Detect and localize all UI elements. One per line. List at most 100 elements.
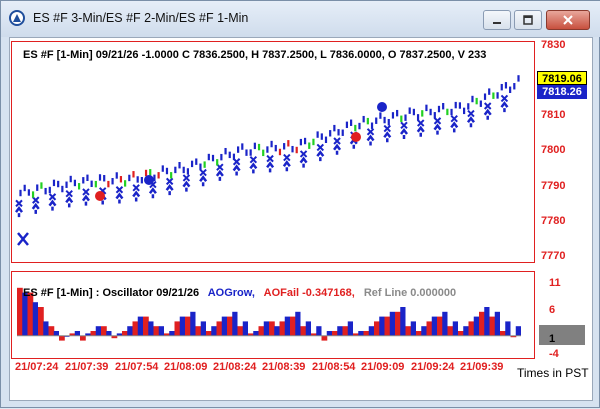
price-axis-label: 7810 <box>541 109 566 121</box>
buy-arrow <box>232 164 241 176</box>
aofail-bar <box>216 321 223 336</box>
stop-x-mark <box>65 189 73 198</box>
buy-arrow <box>249 162 258 174</box>
aogrow-bar <box>368 326 374 336</box>
osc-axis-label: -4 <box>549 348 559 360</box>
osc-axis-label: 6 <box>549 304 556 316</box>
time-axis-label: 21/08:39 <box>262 361 306 373</box>
swing-low-marker <box>95 191 105 201</box>
price-axis-label: 7770 <box>541 250 566 262</box>
buy-arrow <box>165 183 174 196</box>
stop-x-mark <box>15 199 23 208</box>
aofail-bar <box>237 326 244 336</box>
aogrow-bar <box>295 311 301 336</box>
aogrow-bar <box>158 326 164 336</box>
legend-refline: Ref Line 0.000000 <box>363 287 457 299</box>
aofail-bar <box>80 335 86 341</box>
time-axis-label: 21/08:54 <box>312 361 356 373</box>
aogrow-bar <box>515 326 521 336</box>
aofail-bar <box>227 316 233 336</box>
aofail-bar <box>153 326 160 336</box>
buy-arrow <box>15 205 23 218</box>
stop-x-mark <box>266 154 274 163</box>
aogrow-bar <box>169 331 175 336</box>
aogrow-bar <box>389 311 395 336</box>
buy-arrow <box>483 108 492 120</box>
aogrow-bar <box>32 302 38 336</box>
buy-arrow <box>316 150 325 162</box>
aogrow-bar <box>232 311 238 336</box>
aogrow-bar <box>253 331 259 336</box>
aofail-bar <box>195 326 202 336</box>
time-axis-label: 21/08:24 <box>213 361 257 373</box>
swing-high-marker <box>144 175 154 185</box>
aogrow-bar <box>484 307 490 336</box>
aogrow-bar <box>452 321 458 336</box>
legend-aogrow: AOGrow, <box>207 287 255 299</box>
stop-x-mark <box>417 119 425 127</box>
buy-arrow <box>148 187 157 199</box>
buy-arrow <box>416 125 425 137</box>
aogrow-bar <box>284 316 290 336</box>
aofail-bar <box>332 331 338 336</box>
aogrow-bar <box>127 326 133 336</box>
price-axis-label: 7800 <box>541 144 566 156</box>
aogrow-bar <box>421 326 427 336</box>
buy-arrow <box>282 160 291 172</box>
stop-x-mark <box>82 188 90 196</box>
aogrow-bar <box>473 316 479 336</box>
aogrow-bar <box>347 321 353 336</box>
time-axis-label: 21/07:39 <box>65 361 109 373</box>
stop-x-mark <box>165 177 174 186</box>
buy-arrow <box>333 143 342 155</box>
sell-x-marker <box>17 232 29 246</box>
buy-arrow <box>199 175 208 187</box>
aofail-bar <box>363 331 370 336</box>
time-axis-label: 21/07:54 <box>115 361 159 373</box>
aofail-bar <box>174 321 181 336</box>
aofail-bar <box>489 316 496 336</box>
aogrow-bar <box>22 292 28 336</box>
aofail-bar <box>447 326 454 336</box>
buy-arrow <box>450 121 459 133</box>
price-axis-label: 7830 <box>541 39 566 51</box>
aogrow-bar <box>494 311 500 336</box>
stop-x-mark <box>48 193 57 201</box>
oscillator-title: ES #F [1-Min] : Oscillator 09/21/26 <box>23 287 200 299</box>
aogrow-bar <box>53 331 59 336</box>
price-axis-label: 7780 <box>541 215 566 227</box>
aogrow-bar <box>305 321 311 336</box>
time-axis-label: 21/09:39 <box>460 361 504 373</box>
aofail-bar <box>122 331 128 336</box>
aofail-bar <box>374 321 380 336</box>
stop-x-mark <box>249 156 258 164</box>
aofail-bar <box>479 311 485 336</box>
buy-arrow <box>500 101 509 113</box>
aogrow-bar <box>43 321 49 336</box>
aofail-bar <box>321 335 328 341</box>
aofail-bar <box>395 311 401 336</box>
aofail-bar <box>90 331 97 336</box>
stop-x-mark <box>333 137 341 145</box>
buy-arrow <box>466 116 475 128</box>
time-axis-label: 21/08:09 <box>164 361 208 373</box>
aogrow-bar <box>358 331 364 336</box>
aofail-bar <box>101 326 107 336</box>
price-panel-header: ES #F [1-Min] 09/21/26 -1.0000 C 7836.25… <box>23 49 487 61</box>
osc-axis-label: 1 <box>549 333 556 345</box>
aofail-bar <box>384 316 391 336</box>
aogrow-bar <box>190 311 196 336</box>
aogrow-bar <box>379 316 385 336</box>
aofail-bar <box>426 321 433 336</box>
buy-arrow <box>383 131 392 143</box>
aofail-bar <box>279 321 286 336</box>
aogrow-bar <box>326 331 332 336</box>
buy-arrow <box>115 192 124 204</box>
aofail-bar <box>416 331 422 336</box>
aogrow-bar <box>148 321 154 336</box>
aofail-bar <box>59 335 65 341</box>
buy-arrow <box>132 190 141 202</box>
aogrow-bar <box>242 321 248 336</box>
legend-aofail: AOFail -0.347168, <box>263 287 355 299</box>
aogrow-bar <box>95 326 101 336</box>
